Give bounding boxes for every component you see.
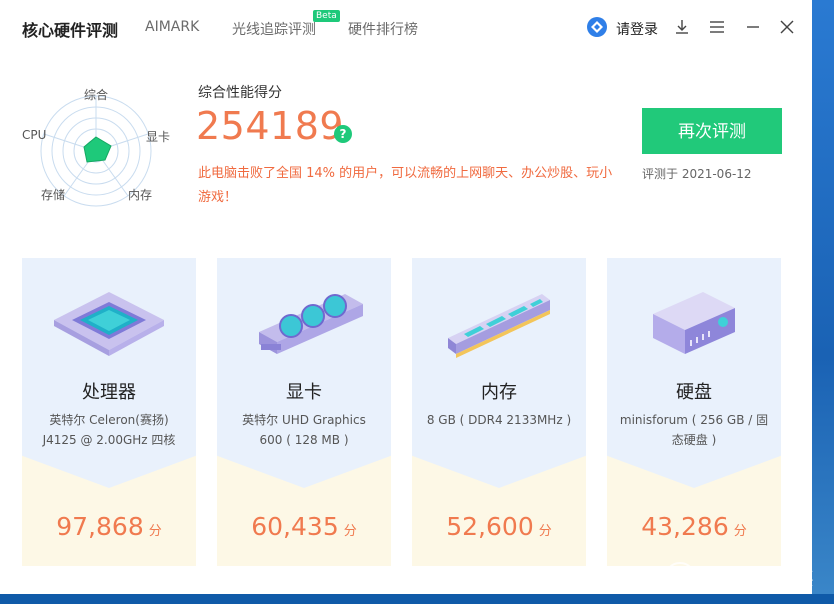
cpu-card[interactable]: 处理器 英特尔 Celeron(赛扬) J4125 @ 2.00GHz 四核 9…	[22, 258, 196, 566]
ram-card[interactable]: 内存 8 GB ( DDR4 2133MHz ) 52,600 分	[412, 258, 586, 566]
watermark-text: 值 什么值得买	[700, 569, 814, 590]
disk-description: minisforum ( 256 GB / 固态硬盘 )	[619, 413, 769, 447]
retest-button[interactable]: 再次评测	[642, 108, 782, 154]
cpu-score-value: 97,868	[56, 512, 144, 541]
disk-score: 43,286 分	[607, 512, 781, 541]
score-description: 此电脑击败了全国 14% 的用户，可以流畅的上网聊天、办公炒股、玩小游戏！	[198, 166, 613, 205]
nav-aimark[interactable]: AIMARK	[145, 19, 199, 35]
radar-label-memory: 内存	[128, 188, 153, 202]
cpu-score: 97,868 分	[22, 512, 196, 541]
ram-score-value: 52,600	[446, 512, 534, 541]
disk-icon	[607, 280, 781, 370]
gpu-score-value: 60,435	[251, 512, 339, 541]
download-icon[interactable]	[673, 18, 691, 36]
title-bar: 核心硬件评测 AIMARK 光线追踪评测 Beta 硬件排行榜 请登录	[0, 0, 812, 56]
gpu-icon	[217, 280, 391, 370]
radar-label-storage: 存储	[41, 188, 66, 202]
nav-hardware-ranking[interactable]: 硬件排行榜	[348, 19, 418, 39]
watermark: 值 什么值得买	[664, 560, 824, 596]
login-link[interactable]: 请登录	[616, 19, 658, 39]
gpu-title: 显卡	[286, 382, 322, 403]
disk-score-value: 43,286	[641, 512, 729, 541]
radar-label-overall: 综合	[84, 88, 109, 102]
user-icon[interactable]	[587, 17, 607, 37]
disk-score-unit: 分	[733, 524, 747, 539]
ram-score-unit: 分	[538, 524, 552, 539]
nav-ray-tracing[interactable]: 光线追踪评测	[232, 19, 316, 39]
disk-title: 硬盘	[676, 382, 712, 403]
total-score: 254189	[196, 104, 345, 148]
gpu-description: 英特尔 UHD Graphics 600 ( 128 MB )	[242, 413, 366, 447]
performance-radar: 综合 CPU 显卡 存储 内存	[20, 80, 180, 210]
gpu-score: 60,435 分	[217, 512, 391, 541]
menu-icon[interactable]	[708, 18, 726, 36]
close-icon[interactable]	[778, 18, 796, 36]
beta-badge: Beta	[313, 10, 340, 22]
cpu-title: 处理器	[82, 382, 136, 403]
desktop-background	[812, 0, 834, 594]
score-caption: 综合性能得分	[198, 85, 282, 101]
app-window: 核心硬件评测 AIMARK 光线追踪评测 Beta 硬件排行榜 请登录 综合 C…	[0, 0, 812, 594]
radar-label-gpu: 显卡	[146, 130, 171, 144]
ram-title: 内存	[481, 382, 517, 403]
disk-card[interactable]: 硬盘 minisforum ( 256 GB / 固态硬盘 ) 43,286 分	[607, 258, 781, 566]
radar-label-cpu: CPU	[22, 128, 47, 142]
gpu-score-unit: 分	[343, 524, 357, 539]
watermark-logo	[664, 562, 696, 594]
cpu-description: 英特尔 Celeron(赛扬) J4125 @ 2.00GHz 四核	[42, 413, 176, 447]
gpu-card[interactable]: 显卡 英特尔 UHD Graphics 600 ( 128 MB ) 60,43…	[217, 258, 391, 566]
minimize-icon[interactable]	[744, 18, 762, 36]
ram-description: 8 GB ( DDR4 2133MHz )	[426, 413, 572, 427]
ram-score: 52,600 分	[412, 512, 586, 541]
app-title: 核心硬件评测	[22, 21, 119, 40]
ram-icon	[412, 280, 586, 370]
test-date: 评测于 2021-06-12	[642, 167, 752, 181]
help-icon[interactable]: ?	[334, 125, 352, 143]
cpu-score-unit: 分	[148, 524, 162, 539]
cpu-icon	[22, 280, 196, 370]
